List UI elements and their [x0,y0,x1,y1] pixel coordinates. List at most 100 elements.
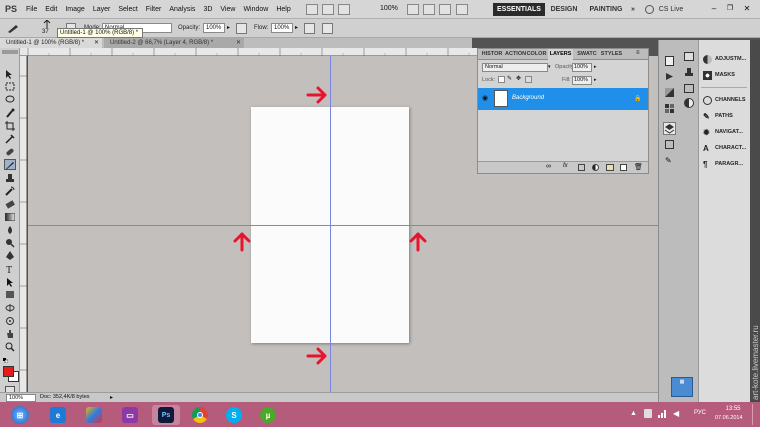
tray-volume-icon[interactable]: ◀ [673,409,682,418]
pen-tool-icon[interactable] [4,250,16,261]
taskbar-skype[interactable]: S [220,405,248,425]
layers-panel-icon[interactable] [663,122,676,135]
tablet-opacity-icon[interactable] [236,23,247,34]
workspaces-more[interactable]: » [628,3,638,16]
new-layer-icon[interactable] [620,164,627,171]
new-group-icon[interactable] [606,164,614,171]
language-indicator[interactable]: РУС [694,410,706,416]
opacity-dropdown-icon[interactable]: ▸ [227,24,230,31]
tab-untitled-1[interactable]: Untitled-1 @ 100% (RGB/8) * ✕ [0,38,102,48]
clone-stamp-tool-icon[interactable] [4,172,16,183]
zoom-tool-icon[interactable] [4,341,16,352]
type-tool-icon[interactable]: T [4,263,16,274]
link-layers-icon[interactable]: ∞ [546,163,551,170]
airbrush-icon[interactable] [304,23,315,34]
hand-tool-icon[interactable] [4,328,16,339]
taskbar-app[interactable]: ▭ [116,405,144,425]
arrange-documents-icon[interactable] [439,4,451,15]
path-selection-tool-icon[interactable] [4,276,16,287]
hand-tool-icon[interactable] [407,4,419,15]
gradient-tool-icon[interactable] [4,211,16,222]
dock-adjustments[interactable]: ADJUSTM... [703,53,746,65]
bridge-icon[interactable] [306,4,318,15]
clock-time[interactable]: 13:55 [722,406,744,412]
dock-masks[interactable]: MASKS [703,69,735,81]
layer-opacity-dropdown-icon[interactable]: ▸ [594,64,597,70]
brush-tool-icon[interactable] [4,159,16,170]
cs-live-button[interactable]: CS Live [656,3,686,16]
screen-mode-icon[interactable] [456,4,468,15]
history-panel-icon[interactable] [665,56,674,66]
brush-tool-preset-icon[interactable] [6,23,22,34]
workspace-design[interactable]: DESIGN [548,3,580,16]
eyedropper-tool-icon[interactable] [4,133,16,144]
lock-pixels-icon[interactable]: ✎ [507,76,514,83]
actions-panel-icon[interactable] [665,72,674,81]
styles-panel-icon[interactable] [665,140,674,149]
brush-panel-icon[interactable] [684,52,694,61]
tool-presets-icon[interactable] [684,84,694,93]
dock-character[interactable]: A CHARACT... [703,142,746,154]
vertical-guide[interactable] [330,56,331,392]
marquee-tool-icon[interactable] [4,81,16,92]
menu-analysis[interactable]: Analysis [165,6,199,13]
tab-swatches[interactable]: SWATC [576,49,598,60]
cs-live-icon[interactable] [645,5,654,14]
fill-field[interactable]: 100% [572,76,592,85]
menu-3d[interactable]: 3D [199,6,216,13]
blend-mode-select[interactable]: Normal [482,63,548,72]
status-zoom-field[interactable]: 100% [6,394,36,402]
spot-healing-tool-icon[interactable] [4,146,16,157]
flow-dropdown-icon[interactable]: ▸ [295,24,298,31]
taskbar-ie[interactable]: e [44,405,72,425]
status-doc-size[interactable]: Doc: 352,4K/8 bytes [40,394,90,400]
menu-window[interactable]: Window [239,6,272,13]
start-button[interactable]: ⊞ [6,405,34,425]
clock-date[interactable]: 07.06.2014 [715,415,743,421]
dock-paths[interactable]: ✎ PATHS [703,110,733,122]
workspace-essentials[interactable]: ESSENTIALS [493,3,545,16]
layer-style-icon[interactable]: fx [563,163,568,169]
toolbox-grip[interactable] [2,50,18,54]
horizontal-ruler[interactable] [20,48,477,56]
blur-tool-icon[interactable] [4,224,16,235]
tray-network-icon[interactable] [658,409,667,418]
dock-navigator[interactable]: ✹ NAVIGAT... [703,126,743,138]
taskbar-photoshop[interactable]: Ps [152,405,180,425]
tab-close-icon[interactable]: ✕ [94,38,99,48]
dodge-tool-icon[interactable] [4,237,16,248]
swatches-panel-icon[interactable] [665,104,674,113]
taskbar-media[interactable] [80,405,108,425]
foreground-color-swatch[interactable] [3,366,14,377]
restore-icon[interactable]: ❐ [723,4,737,15]
horizontal-guide[interactable] [28,225,658,226]
add-mask-icon[interactable] [578,164,585,171]
zoom-level-menu[interactable]: 100% [380,5,398,12]
layer-name[interactable]: Background [512,95,544,101]
menu-file[interactable]: File [22,6,41,13]
move-tool-icon[interactable] [4,68,16,79]
opacity-field[interactable]: 100% [203,23,225,33]
lock-all-icon[interactable] [525,76,532,83]
visibility-eye-icon[interactable]: ◉ [482,94,491,103]
menu-view[interactable]: View [216,6,239,13]
tray-flag-icon[interactable] [644,409,652,418]
menu-edit[interactable]: Edit [41,6,61,13]
tab-color[interactable]: COLOR [526,49,547,60]
status-menu-icon[interactable]: ▸ [110,394,113,401]
tab-styles[interactable]: STYLES [599,49,624,60]
history-brush-tool-icon[interactable] [4,185,16,196]
tab-history[interactable]: HISTOR [480,49,504,60]
paths-panel-icon[interactable]: ✎ [665,156,674,165]
show-desktop-button[interactable] [752,404,759,425]
shape-tool-icon[interactable] [4,289,16,300]
taskbar-utorrent[interactable]: µ [254,405,282,425]
fill-dropdown-icon[interactable]: ▸ [594,77,597,83]
menu-help[interactable]: Help [272,6,294,13]
rotate-view-icon[interactable] [423,4,435,15]
minimize-icon[interactable]: – [707,4,721,15]
info-panel-icon[interactable] [684,98,694,108]
clone-source-icon[interactable] [684,68,694,77]
panel-menu-icon[interactable]: ≡ [636,50,640,56]
menu-layer[interactable]: Layer [89,6,115,13]
